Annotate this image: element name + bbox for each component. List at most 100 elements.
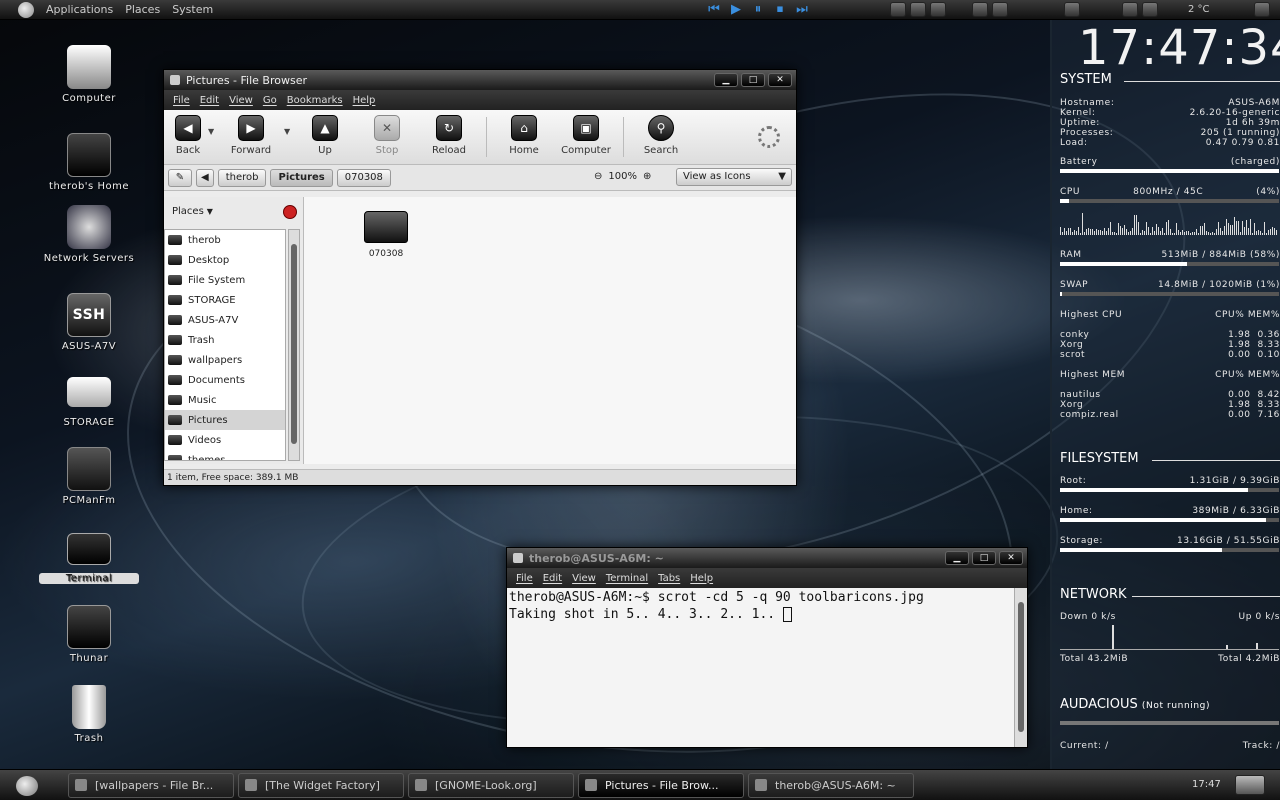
menu-file[interactable]: File	[168, 95, 195, 106]
update-tray-icon[interactable]	[910, 2, 926, 17]
sidebar-item-storage[interactable]: STORAGE	[165, 290, 285, 310]
power-icon[interactable]	[1254, 2, 1270, 17]
file-browser-titlebar[interactable]: Pictures - File Browser ▁ □ ✕	[164, 70, 796, 90]
back-button[interactable]: ◀ Back	[168, 115, 208, 156]
show-desktop-icon[interactable]	[1064, 2, 1080, 17]
previous-icon[interactable]: ⏮	[706, 2, 722, 18]
desktop-icon-pcmanfm[interactable]: PCManFm	[39, 447, 139, 506]
desktop-icon-terminal[interactable]: Terminal	[39, 529, 139, 584]
next-icon[interactable]: ⏭	[794, 2, 810, 18]
stop-icon[interactable]: ⏹	[772, 2, 788, 18]
zoom-level[interactable]: 100%	[608, 171, 637, 182]
sidebar-item-label: Documents	[188, 374, 246, 386]
sidebar-item-documents[interactable]: Documents	[165, 370, 285, 390]
desktop-icon-network[interactable]: Network Servers	[39, 205, 139, 264]
up-button[interactable]: ▲ Up	[294, 115, 356, 156]
workspace-1[interactable]	[972, 2, 988, 17]
sidebar-item-filesystem[interactable]: File System	[165, 270, 285, 290]
desktop-icon-ssh[interactable]: SSH ASUS-A7V	[39, 293, 139, 352]
terminal-output[interactable]: therob@ASUS-A6M:~$ scrot -cd 5 -q 90 too…	[507, 588, 1015, 747]
file-view[interactable]: 070308	[304, 197, 796, 464]
search-button[interactable]: ⚲ Search	[630, 115, 692, 156]
sidebar-item-therob[interactable]: therob	[165, 230, 285, 250]
forward-button[interactable]: ▶ Forward	[218, 115, 284, 156]
maximize-button[interactable]: □	[741, 73, 765, 87]
sidebar-scrollbar[interactable]	[288, 229, 300, 461]
close-button[interactable]: ✕	[999, 551, 1023, 565]
close-button[interactable]: ✕	[768, 73, 792, 87]
path-crumb-pictures[interactable]: Pictures	[270, 168, 333, 187]
sidebar-item-themes[interactable]: themes	[165, 450, 285, 460]
task-wallpapers[interactable]: [wallpapers - File Br...	[68, 773, 234, 798]
scrollbar-thumb[interactable]	[1018, 602, 1024, 732]
sidebar-item-trash[interactable]: Trash	[165, 330, 285, 350]
terminal-icon	[755, 779, 767, 791]
menu-go[interactable]: Go	[258, 95, 282, 106]
menu-terminal[interactable]: Terminal	[601, 573, 653, 584]
menu-edit[interactable]: Edit	[538, 573, 567, 584]
minimize-button[interactable]: ▁	[945, 551, 969, 565]
task-terminal[interactable]: therob@ASUS-A6M: ~	[748, 773, 914, 798]
computer-button[interactable]: ▣ Computer	[555, 115, 617, 156]
weather-temp[interactable]: 2 °C	[1188, 4, 1210, 15]
network-tray-icon[interactable]	[890, 2, 906, 17]
forward-history-dropdown[interactable]: ▼	[284, 127, 294, 136]
sidebar-item-videos[interactable]: Videos	[165, 430, 285, 450]
desktop-icon-home[interactable]: therob's Home	[39, 133, 139, 192]
path-crumb-therob[interactable]: therob	[217, 168, 267, 187]
stop-button[interactable]: ✕ Stop	[356, 115, 418, 156]
gnome-foot-icon[interactable]	[16, 776, 38, 796]
minimize-button[interactable]: ▁	[714, 73, 738, 87]
path-crumb-070308[interactable]: 070308	[336, 168, 391, 187]
menu-tabs[interactable]: Tabs	[653, 573, 685, 584]
menu-bookmarks[interactable]: Bookmarks	[282, 95, 348, 106]
desktop-icon-computer[interactable]: Computer	[39, 45, 139, 104]
sidebar-item-label: therob	[188, 234, 221, 246]
sidebar-item-music[interactable]: Music	[165, 390, 285, 410]
sidebar-item-pictures[interactable]: Pictures	[165, 410, 285, 430]
gnome-foot-icon[interactable]	[18, 1, 34, 18]
toggle-location-button[interactable]: ✎	[168, 168, 192, 187]
sidebar-item-asus-a7v[interactable]: ASUS-A7V	[165, 310, 285, 330]
task-pictures[interactable]: Pictures - File Brow...	[578, 773, 744, 798]
window-list-icon[interactable]	[1122, 2, 1138, 17]
task-gnome-look[interactable]: [GNOME-Look.org]	[408, 773, 574, 798]
menu-help[interactable]: Help	[348, 95, 381, 106]
maximize-button[interactable]: □	[972, 551, 996, 565]
home-button[interactable]: ⌂ Home	[493, 115, 555, 156]
desktop-icon-thunar[interactable]: Thunar	[39, 605, 139, 664]
menu-places[interactable]: Places	[119, 3, 166, 16]
pause-icon[interactable]: ⏸	[750, 2, 766, 18]
menu-view[interactable]: View	[224, 95, 258, 106]
menu-view[interactable]: View	[567, 573, 601, 584]
path-scroll-left[interactable]: ◀	[196, 168, 214, 187]
trash-applet-icon[interactable]	[1235, 775, 1265, 795]
close-sidebar-icon[interactable]	[283, 205, 297, 219]
desktop-icon-storage[interactable]: STORAGE	[39, 369, 139, 428]
view-mode-select[interactable]: View as Icons ▼	[676, 168, 792, 186]
menu-file[interactable]: File	[511, 573, 538, 584]
task-widget-factory[interactable]: [The Widget Factory]	[238, 773, 404, 798]
back-history-dropdown[interactable]: ▼	[208, 127, 218, 136]
computer-icon	[67, 45, 111, 89]
sidebar-item-desktop[interactable]: Desktop	[165, 250, 285, 270]
menu-edit[interactable]: Edit	[195, 95, 224, 106]
zoom-out-icon[interactable]: ⊖	[594, 171, 602, 182]
net-down: Down 0 k/s	[1060, 612, 1116, 622]
menu-help[interactable]: Help	[685, 573, 718, 584]
desktop-icon-trash[interactable]: Trash	[39, 685, 139, 744]
menu-system[interactable]: System	[166, 3, 219, 16]
panel-clock[interactable]: 17:47	[1192, 779, 1221, 790]
play-icon[interactable]: ▶	[728, 2, 744, 18]
settings-tray-icon[interactable]	[930, 2, 946, 17]
file-item[interactable]: 070308	[356, 211, 416, 259]
reload-button[interactable]: ↻ Reload	[418, 115, 480, 156]
search-icon[interactable]	[1142, 2, 1158, 17]
scrollbar-thumb[interactable]	[291, 244, 297, 444]
terminal-titlebar[interactable]: therob@ASUS-A6M: ~ ▁ □ ✕	[507, 548, 1027, 568]
menu-applications[interactable]: Applications	[40, 3, 119, 16]
sidebar-item-wallpapers[interactable]: wallpapers	[165, 350, 285, 370]
workspace-2[interactable]	[992, 2, 1008, 17]
zoom-in-icon[interactable]: ⊕	[643, 171, 651, 182]
terminal-scrollbar[interactable]	[1014, 588, 1027, 747]
